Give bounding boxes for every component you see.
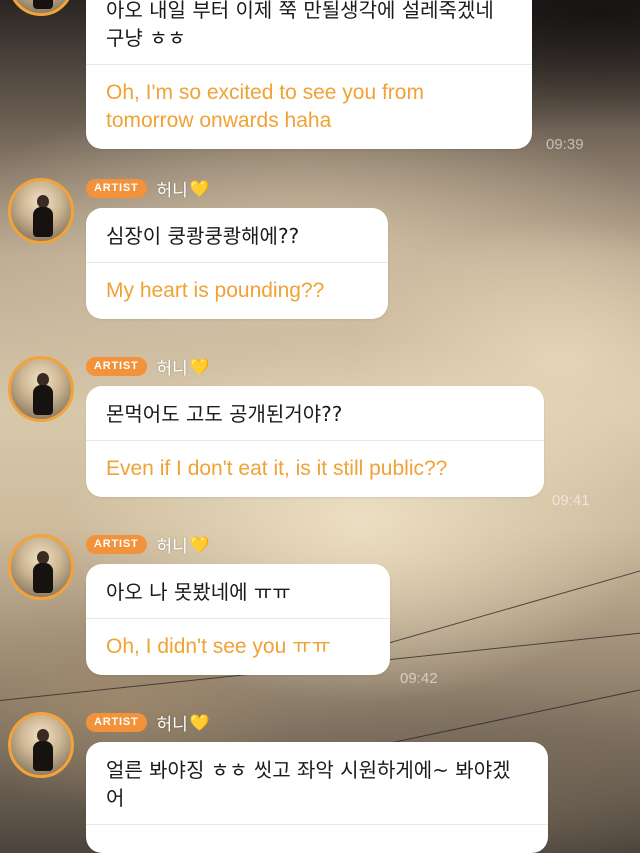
power-line [379, 562, 640, 646]
translated-text [86, 825, 548, 853]
original-text: 아오 나 못봤네에 ㅠㅠ [106, 580, 291, 604]
original-text: 심장이 쿵쾅쿵쾅해에?? [106, 224, 300, 248]
message-bubble[interactable]: 아오 나 못봤네에 ㅠㅠ Oh, I didn't see you ㅠㅠ [86, 564, 390, 675]
sender-name[interactable]: 허니 [157, 354, 188, 379]
artist-avatar[interactable] [8, 534, 74, 600]
translated-text: Oh, I didn't see you ㅠㅠ [106, 635, 331, 658]
heart-icon: 💛 [189, 534, 210, 554]
artist-avatar[interactable] [8, 178, 74, 244]
original-text: 얼른 봐야징 ㅎㅎ 씻고 좌악 시원하게에~ 봐야겠어 [106, 758, 511, 810]
heart-icon: 💛 [189, 178, 210, 198]
original-text: 아오 내일 부터 이제 쭉 만될생각에 설레죽겠네 구냥 ㅎㅎ [106, 0, 494, 50]
sender-name[interactable]: 허니 [157, 710, 188, 735]
original-text: 몬먹어도 고도 공개된거야?? [106, 402, 343, 426]
sender-name[interactable]: 허니 [157, 532, 188, 557]
artist-badge: ARTIST [86, 712, 147, 732]
heart-icon: 💛 [189, 712, 210, 732]
artist-badge: ARTIST [86, 356, 147, 376]
artist-badge: ARTIST [86, 178, 147, 198]
artist-avatar[interactable] [8, 356, 74, 422]
sender-name[interactable]: 허니 [157, 176, 188, 201]
message-bubble[interactable]: 얼른 봐야징 ㅎㅎ 씻고 좌악 시원하게에~ 봐야겠어 [86, 742, 548, 853]
artist-badge: ARTIST [86, 534, 147, 554]
message-meta: ARTIST 허니 💛 [86, 176, 210, 201]
message-meta: ARTIST 허니 💛 [86, 354, 210, 379]
message-bubble[interactable]: 심장이 쿵쾅쿵쾅해에?? My heart is pounding?? [86, 208, 388, 319]
message-bubble[interactable]: 아오 내일 부터 이제 쭉 만될생각에 설레죽겠네 구냥 ㅎㅎ Oh, I'm … [86, 0, 532, 149]
background-timestamp: 09:41 [552, 492, 590, 509]
message-meta: ARTIST 허니 💛 [86, 710, 210, 735]
message-meta: ARTIST 허니 💛 [86, 532, 210, 557]
background-timestamp: 09:39 [546, 136, 584, 153]
background-timestamp: 09:42 [400, 670, 438, 687]
message-bubble[interactable]: 몬먹어도 고도 공개된거야?? Even if I don't eat it, … [86, 386, 544, 497]
artist-avatar[interactable] [8, 0, 74, 16]
translated-text: Oh, I'm so excited to see you from tomor… [106, 81, 424, 132]
heart-icon: 💛 [189, 356, 210, 376]
translated-text: My heart is pounding?? [106, 279, 325, 302]
artist-avatar[interactable] [8, 712, 74, 778]
translated-text: Even if I don't eat it, is it still publ… [106, 457, 448, 480]
